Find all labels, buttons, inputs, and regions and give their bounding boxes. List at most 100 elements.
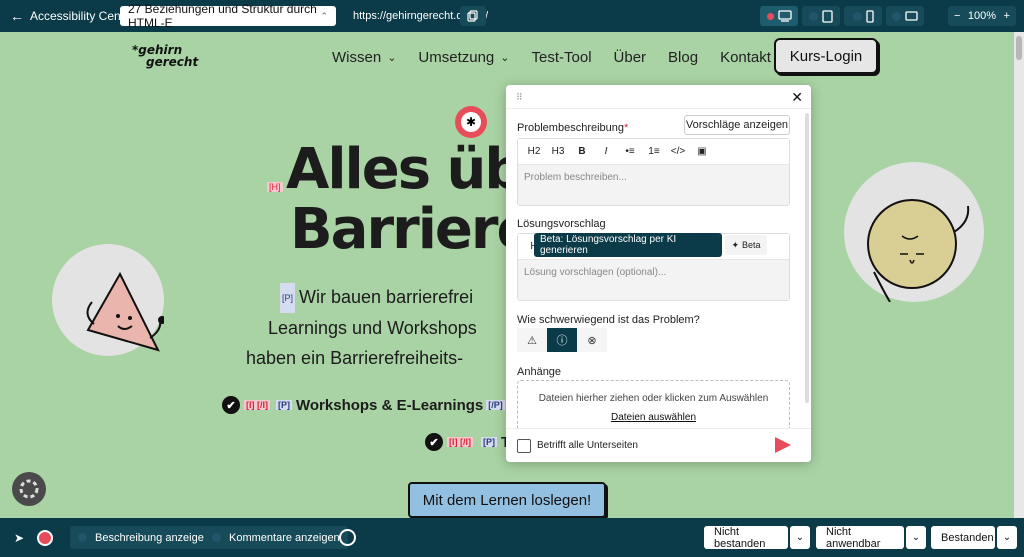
- status-dot-icon: [212, 533, 221, 542]
- site-scrollbar[interactable]: [1014, 32, 1024, 518]
- beta-label: Beta: [742, 240, 761, 250]
- required-mark: *: [624, 122, 629, 134]
- status-ring-icon[interactable]: [339, 529, 356, 546]
- nav-item-wissen[interactable]: Wissen ⌄: [332, 49, 396, 66]
- nav-label: Wissen: [332, 49, 382, 66]
- close-icon[interactable]: ✕: [791, 89, 803, 106]
- bug-icon: ✱: [461, 112, 481, 132]
- scrollbar-thumb[interactable]: [1016, 36, 1022, 60]
- bottom-bar: ➤ Beschreibung anzeigen Kommentare anzei…: [0, 518, 1024, 557]
- back-label: Accessibility Center: [30, 9, 135, 23]
- ai-suggest-button[interactable]: ✦ Beta: [725, 235, 767, 255]
- circle-character-icon: [867, 199, 970, 303]
- chevron-down-icon: ⌄: [911, 532, 921, 543]
- check-item-second: ✔ [I] [/I] [P] T: [425, 433, 510, 451]
- dropzone-text: Dateien hierher ziehen oder klicken zum …: [538, 393, 769, 404]
- problem-label: Problembeschreibung*: [517, 122, 628, 134]
- all-pages-label: Betrifft alle Unterseiten: [537, 440, 638, 451]
- problem-toolbar: H2 H3 B I •≡ 1≡ </> ▣: [518, 139, 789, 165]
- status-dot-icon: [809, 11, 818, 21]
- zoom-value: 100%: [967, 10, 997, 22]
- show-comments-label: Kommentare anzeigen: [229, 531, 340, 544]
- spinner-icon: [19, 479, 39, 499]
- copy-icon: [467, 10, 478, 22]
- panel-footer: Betrifft alle Unterseiten: [506, 428, 811, 462]
- tool-group: ➤: [8, 527, 56, 549]
- problem-editor: H2 H3 B I •≡ 1≡ </> ▣ Problem beschreibe…: [517, 138, 790, 206]
- passed-button[interactable]: Bestanden: [931, 526, 995, 549]
- info-icon: ⓘ: [556, 335, 568, 347]
- severity-low-button[interactable]: ⚠: [517, 328, 547, 352]
- triangle-character-icon: [86, 271, 166, 352]
- heading3-button[interactable]: H3: [546, 140, 570, 164]
- start-learning-button[interactable]: Mit dem Lernen loslegen!: [408, 482, 606, 518]
- device-tablet-button[interactable]: [802, 6, 840, 26]
- bold-button[interactable]: B: [570, 140, 594, 164]
- site-logo[interactable]: *gehirn gerecht: [132, 44, 198, 68]
- severity-medium-button[interactable]: ⓘ: [547, 328, 577, 352]
- problem-label-text: Problembeschreibung: [517, 122, 625, 134]
- bullet-list-button[interactable]: •≡: [618, 140, 642, 164]
- image-button[interactable]: ▣: [690, 140, 714, 164]
- record-icon: [37, 530, 53, 546]
- desktop-icon: [777, 10, 792, 22]
- record-button[interactable]: [34, 527, 56, 549]
- failed-dropdown-button[interactable]: ⌄: [790, 526, 810, 549]
- i-tag-label: [I] [/I]: [244, 400, 270, 410]
- device-landscape-button[interactable]: [886, 6, 924, 26]
- attachments-label: Anhänge: [517, 366, 562, 378]
- device-phone-button[interactable]: [844, 6, 882, 26]
- nav-label: Kontakt: [720, 49, 771, 66]
- hero-line3: haben ein Barrierefreiheits-: [246, 348, 464, 369]
- solution-input[interactable]: Lösung vorschlagen (optional)...: [518, 260, 789, 300]
- severity-high-button[interactable]: ⊗: [577, 328, 607, 352]
- heading2-button[interactable]: H2: [522, 140, 546, 164]
- chevron-down-icon: ⌄: [500, 52, 510, 64]
- copy-url-button[interactable]: [460, 6, 486, 26]
- failed-button[interactable]: Nicht bestanden: [704, 526, 788, 550]
- ordered-list-button[interactable]: 1≡: [642, 140, 666, 164]
- drag-handle-icon[interactable]: ⠿: [516, 92, 524, 103]
- panel-header: ⠿ ✕: [506, 85, 811, 109]
- zoom-in-button[interactable]: +: [1004, 10, 1010, 22]
- warning-icon: ⚠: [527, 334, 537, 347]
- nav-item-kontakt[interactable]: Kontakt: [720, 49, 771, 66]
- check-icon: ✔: [222, 396, 240, 414]
- top-bar: ← Accessibility Center 27 Beziehungen un…: [0, 0, 1024, 32]
- p-end-tag-label: [/P]: [486, 400, 505, 410]
- arrow-left-icon: ←: [10, 8, 24, 24]
- zoom-out-button[interactable]: −: [954, 10, 960, 22]
- device-desktop-button[interactable]: [760, 6, 798, 26]
- code-button[interactable]: </>: [666, 140, 690, 164]
- panel-scrollbar[interactable]: [805, 113, 809, 403]
- nav-label: Umsetzung: [418, 49, 495, 66]
- not-applicable-dropdown-button[interactable]: ⌄: [906, 526, 926, 549]
- page-select[interactable]: 27 Beziehungen und Struktur durch HTML-E…: [120, 2, 336, 30]
- issue-marker[interactable]: ✱: [455, 106, 487, 138]
- status-dot-icon: [852, 11, 862, 21]
- nav-item-umsetzung[interactable]: Umsetzung ⌄: [418, 49, 509, 66]
- show-comments-button[interactable]: Kommentare anzeigen: [204, 526, 348, 549]
- problem-input[interactable]: Problem beschreiben...: [518, 165, 789, 205]
- cursor-icon[interactable]: ➤: [8, 527, 30, 549]
- italic-button[interactable]: I: [594, 140, 618, 164]
- hero-line2: Learnings und Workshops: [268, 318, 477, 339]
- severity-group: ⚠ ⓘ ⊗: [517, 328, 607, 352]
- chevron-down-icon: ⌄: [387, 52, 397, 64]
- show-suggestions-button[interactable]: Vorschläge anzeigen: [684, 115, 790, 135]
- show-description-button[interactable]: Beschreibung anzeigen: [70, 526, 218, 549]
- chevron-down-icon: ⌄: [1002, 532, 1012, 543]
- send-icon[interactable]: [775, 437, 791, 453]
- nav-item-ueber[interactable]: Über: [614, 49, 647, 66]
- not-applicable-button[interactable]: Nicht anwendbar: [816, 526, 904, 550]
- nav-item-blog[interactable]: Blog: [668, 49, 698, 66]
- p-tag-label: [P]: [481, 437, 497, 447]
- passed-dropdown-button[interactable]: ⌄: [997, 526, 1017, 549]
- back-button[interactable]: ← Accessibility Center: [10, 6, 135, 26]
- choose-files-link[interactable]: Dateien auswählen: [518, 412, 789, 423]
- page-select-value: 27 Beziehungen und Struktur durch HTML-E: [128, 2, 317, 30]
- kurs-login-button[interactable]: Kurs-Login: [774, 38, 878, 74]
- nav-item-test-tool[interactable]: Test-Tool: [532, 49, 592, 66]
- all-pages-checkbox[interactable]: [517, 438, 531, 453]
- hero-paragraph: [P] Wir bauen barrierefrei Learnings und …: [246, 282, 546, 373]
